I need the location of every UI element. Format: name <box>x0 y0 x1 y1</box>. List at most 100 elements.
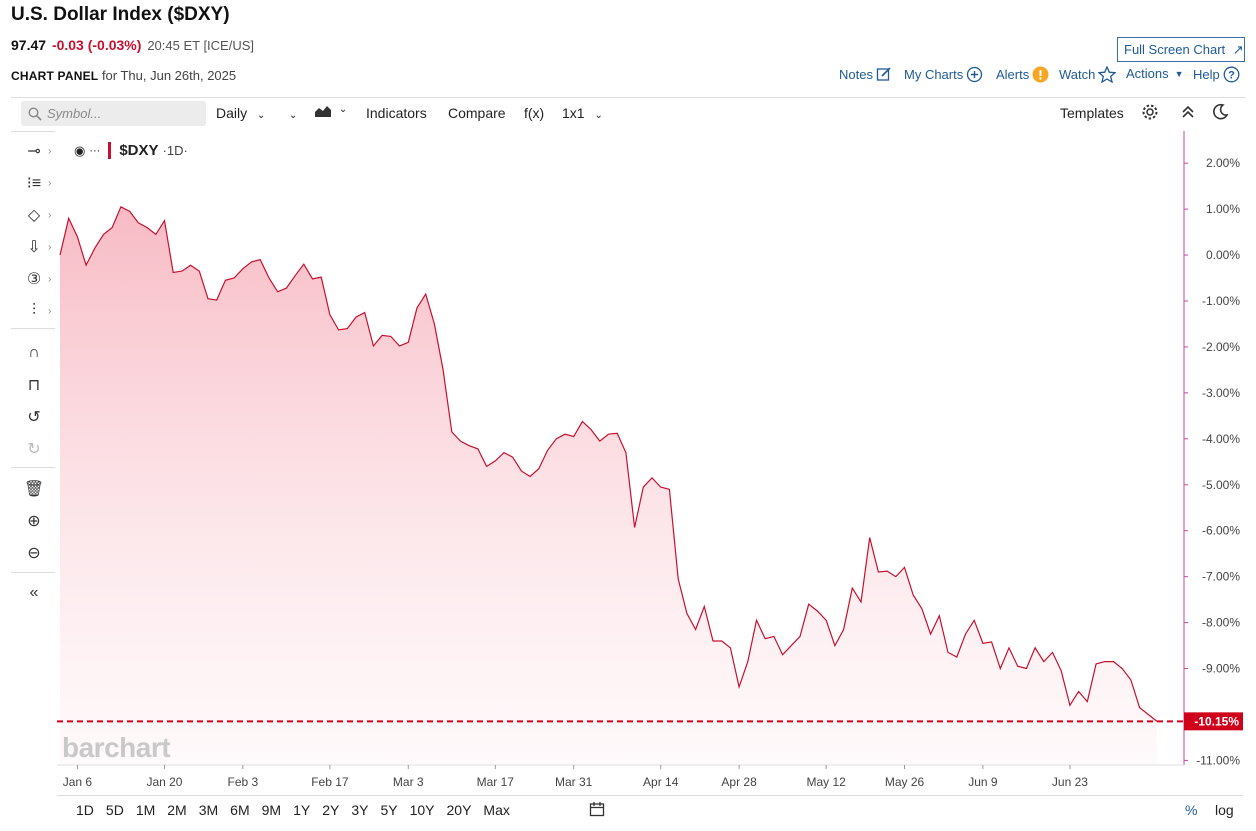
measure-tool-button[interactable]: ⫶ › <box>20 300 51 322</box>
chart-type-select[interactable]: ⌄ <box>314 104 347 121</box>
range-button-5y[interactable]: 5Y <box>380 802 397 818</box>
collapse-up-icon[interactable] <box>1180 104 1196 120</box>
data-point <box>538 468 539 469</box>
range-button-9m[interactable]: 9M <box>262 802 281 818</box>
data-point <box>660 487 661 488</box>
delete-button[interactable]: 🗑 <box>20 478 48 500</box>
data-point <box>730 647 731 648</box>
data-point <box>138 222 139 223</box>
data-point <box>234 277 235 278</box>
full-screen-chart-button[interactable]: Full Screen Chart ↗ <box>1117 37 1245 62</box>
data-point <box>521 470 522 471</box>
data-point <box>625 452 626 453</box>
fib-tool-button[interactable]: ⁝≡ › <box>20 172 52 194</box>
symbol-search-input[interactable]: Symbol... <box>21 101 206 126</box>
range-button-20y[interactable]: 20Y <box>447 802 472 818</box>
x-tick-label: Feb 3 <box>227 775 258 789</box>
range-button-6m[interactable]: 6M <box>230 802 249 818</box>
barchart-logo: barchart <box>62 732 171 763</box>
range-button-max[interactable]: Max <box>483 802 509 818</box>
gear-icon[interactable] <box>1141 103 1159 121</box>
chevron-right-icon: › <box>48 241 52 253</box>
notes-link[interactable]: Notes <box>839 66 892 82</box>
data-point <box>207 298 208 299</box>
data-point <box>1069 705 1070 706</box>
log-scale-toggle[interactable]: log <box>1215 802 1234 818</box>
templates-button[interactable]: Templates <box>1060 105 1124 121</box>
magnet-button[interactable]: ∩ <box>20 342 48 364</box>
data-point <box>617 433 618 434</box>
external-arrow-icon: ↗ <box>1232 42 1244 57</box>
my-charts-link[interactable]: My Charts <box>904 66 983 83</box>
zoom-out-button[interactable]: ⊖ <box>20 542 48 564</box>
fx-button[interactable]: f(x) <box>524 105 544 121</box>
zoom-out-icon: ⊖ <box>27 545 41 562</box>
percent-scale-toggle[interactable]: % <box>1185 802 1197 818</box>
data-point <box>843 629 844 630</box>
bottom-separator <box>57 795 1243 796</box>
help-link[interactable]: Help ? <box>1193 66 1240 83</box>
actions-menu[interactable]: Actions ▼ <box>1126 66 1184 81</box>
range-button-10y[interactable]: 10Y <box>410 802 435 818</box>
chevron-right-icon: › <box>48 145 52 157</box>
double-chevron-left-icon: « <box>29 584 39 601</box>
data-point <box>120 206 121 207</box>
data-point <box>495 460 496 461</box>
range-button-5d[interactable]: 5D <box>106 802 124 818</box>
interval-select[interactable]: Daily ⌄ <box>216 105 265 121</box>
undo-button[interactable]: ↺ <box>20 406 48 428</box>
data-point <box>1130 679 1131 680</box>
annotation-tool-button[interactable]: ⇩ › <box>20 236 52 258</box>
data-point <box>277 291 278 292</box>
more-icon[interactable]: ··· <box>89 145 100 157</box>
calendar-icon[interactable] <box>589 801 605 817</box>
price-change: -0.03 (-0.03%) <box>51 37 142 53</box>
chart-style-dropdown[interactable]: ⌄ <box>289 105 297 121</box>
layout-select[interactable]: 1x1 ⌄ <box>562 105 603 121</box>
x-tick-label: May 12 <box>806 775 846 789</box>
x-tick-label: Jan 20 <box>146 775 182 789</box>
chevron-down-icon: ⌄ <box>338 104 348 115</box>
range-button-1y[interactable]: 1Y <box>293 802 310 818</box>
chart-area[interactable]: 2.00% 1.00% 0.00% -1.00% -2.00% -3.00% -4.00% -… <box>57 131 1243 795</box>
compare-button[interactable]: Compare <box>448 105 506 121</box>
range-button-1m[interactable]: 1M <box>136 802 155 818</box>
chevron-right-icon: › <box>48 177 52 189</box>
watch-link[interactable]: Watch <box>1059 66 1117 83</box>
data-point <box>651 477 652 478</box>
data-point <box>155 234 156 235</box>
lock-button[interactable]: ⊓ <box>20 374 48 396</box>
zoom-in-button[interactable]: ⊕ <box>20 510 48 532</box>
y-tick-label: -8.00% <box>1202 616 1240 630</box>
data-point <box>451 431 452 432</box>
data-point <box>443 369 444 370</box>
panel-title: CHART PANEL <box>11 69 99 83</box>
data-point <box>773 636 774 637</box>
alerts-link[interactable]: Alerts <box>996 66 1049 83</box>
range-button-2m[interactable]: 2M <box>167 802 186 818</box>
range-button-2y[interactable]: 2Y <box>322 802 339 818</box>
moon-icon[interactable] <box>1211 103 1229 121</box>
range-button-3y[interactable]: 3Y <box>351 802 368 818</box>
line-tool-button[interactable]: ⊸ › <box>20 140 52 162</box>
pattern-tool-button[interactable]: ③ › <box>20 268 52 290</box>
svg-text:?: ? <box>1228 70 1235 82</box>
redo-button[interactable]: ↻ <box>20 438 48 460</box>
data-point <box>1043 661 1044 662</box>
data-point <box>112 227 113 228</box>
data-point <box>173 272 174 273</box>
data-point <box>1017 666 1018 667</box>
data-point <box>1061 670 1062 671</box>
layout-label: 1x1 <box>562 105 585 121</box>
eye-icon[interactable]: ◉ <box>74 143 85 159</box>
data-point <box>103 234 104 235</box>
collapse-sidebar-button[interactable]: « <box>20 582 48 604</box>
data-point <box>486 466 487 467</box>
data-point <box>1000 668 1001 669</box>
range-button-3m[interactable]: 3M <box>199 802 218 818</box>
indicators-button[interactable]: Indicators <box>366 105 427 121</box>
data-point <box>147 227 148 228</box>
shape-tool-button[interactable]: ◇ › <box>20 204 52 226</box>
range-button-1d[interactable]: 1D <box>76 802 94 818</box>
chevron-right-icon: › <box>48 209 52 221</box>
